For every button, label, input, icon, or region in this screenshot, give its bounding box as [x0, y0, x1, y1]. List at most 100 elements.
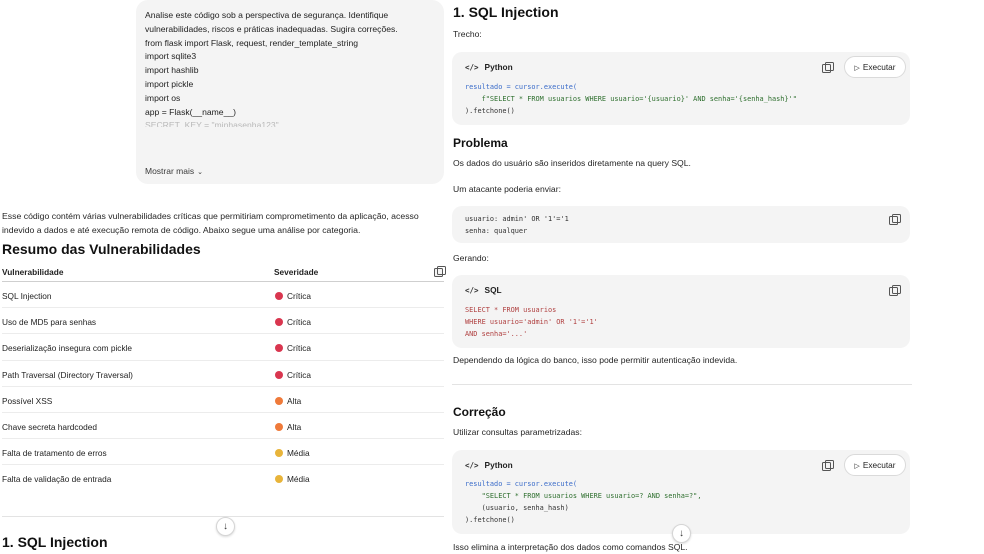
- arrow-down-icon: ↓: [223, 521, 228, 532]
- code-line: AND senha='...': [465, 330, 528, 338]
- code-line: resultado = cursor.execute(: [465, 83, 578, 91]
- execute-button[interactable]: ▷ Executar: [844, 56, 906, 78]
- severity-label: Crítica: [287, 291, 311, 301]
- response-intro: Esse código contém várias vulnerabilidad…: [2, 211, 419, 235]
- chat-right-column: 1. SQL Injection Trecho: </> Python ▷ Exec…: [452, 0, 912, 554]
- code-block-sql: </> SQL SELECT * FROM usuarios WHERE usuar…: [452, 275, 910, 348]
- code-content: resultado = cursor.execute( "SELECT * FR…: [465, 478, 701, 526]
- severity-cell: Crítica: [275, 343, 311, 353]
- code-icon: </>: [465, 286, 479, 295]
- code-language-label: Python: [484, 62, 513, 72]
- severity-cell: Crítica: [275, 291, 311, 301]
- user-message-line: import sqlite3: [145, 51, 197, 62]
- elimina-text: Isso elimina a interpretação dos dados c…: [453, 542, 688, 552]
- execute-label: Executar: [862, 460, 896, 470]
- column-header-vulnerability: Vulnerabilidade: [2, 267, 64, 277]
- copy-icon[interactable]: [889, 214, 901, 225]
- dependendo-text: Dependendo da lógica do banco, isso pode…: [453, 355, 738, 365]
- table-row: Falta de tratamento de erros Média: [2, 439, 444, 466]
- user-message-line: import pickle: [145, 78, 194, 89]
- user-message-line: app = Flask(__name__): [145, 106, 237, 117]
- code-line: SELECT * FROM usuarios: [465, 306, 557, 314]
- severity-cell: Média: [275, 474, 310, 484]
- table-row: Deserialização insegura com pickle Críti…: [2, 334, 444, 361]
- code-block-header: </> Python: [465, 460, 513, 470]
- execute-button[interactable]: ▷ Executar: [844, 454, 906, 476]
- chevron-down-icon: ⌄: [197, 169, 203, 176]
- copy-icon[interactable]: [822, 460, 834, 471]
- table-row: Uso de MD5 para senhas Crítica: [2, 308, 444, 335]
- severity-label: Média: [287, 448, 310, 459]
- copy-icon[interactable]: [434, 266, 446, 277]
- code-block-python: </> Python ▷ Executar resultado = cursor.e…: [452, 52, 910, 125]
- severity-dot: [275, 396, 283, 405]
- table-row: Falta de validação de entrada Média: [2, 465, 444, 491]
- code-content: SELECT * FROM usuarios WHERE usuario='adm…: [465, 304, 598, 340]
- severity-label: Crítica: [287, 369, 311, 380]
- table-row: Possível XSS Alta: [2, 387, 444, 413]
- code-line: f"SELECT * FROM usuarios WHERE usuario='…: [465, 95, 797, 103]
- problema-text: Os dados do usuário são inseridos direta…: [453, 158, 691, 168]
- summary-heading: Resumo das Vulnerabilidades: [2, 241, 201, 257]
- code-line: resultado = cursor.execute(: [465, 480, 578, 488]
- show-more-button[interactable]: Mostrar mais ⌄: [145, 165, 203, 180]
- code-language-label: SQL: [484, 285, 502, 295]
- user-message-line: import hashlib: [145, 65, 199, 76]
- code-line: senha: qualquer: [465, 227, 528, 235]
- code-line: "SELECT * FROM usuarios WHERE usuario=? …: [465, 492, 702, 500]
- user-message-faded-line: SECRET_KEY = "minhasenha123": [145, 120, 279, 128]
- severity-dot: [275, 449, 283, 458]
- severity-dot: [275, 318, 283, 327]
- code-block-plain: usuario: admin' OR '1'='1 senha: qualquer: [452, 206, 910, 243]
- vulnerability-table: Vulnerabilidade Severidade SQL Injection…: [2, 265, 446, 492]
- show-more-label: Mostrar mais: [145, 166, 195, 176]
- severity-dot: [275, 475, 283, 484]
- vulnerability-name: Possível XSS: [2, 395, 53, 406]
- section-heading-sql-injection: 1. SQL Injection: [453, 4, 559, 20]
- correcao-heading: Correção: [453, 405, 506, 419]
- atacante-text: Um atacante poderia enviar:: [453, 184, 561, 194]
- code-line: usuario: admin' OR '1'='1: [465, 215, 569, 223]
- severity-dot: [275, 370, 283, 379]
- severity-cell: Crítica: [275, 370, 311, 380]
- copy-icon[interactable]: [822, 62, 834, 73]
- trecho-label: Trecho:: [453, 29, 482, 39]
- vulnerability-name: Falta de tratamento de erros: [2, 448, 107, 459]
- scroll-down-button[interactable]: ↓: [216, 517, 235, 536]
- severity-cell: Alta: [275, 422, 301, 432]
- problema-heading: Problema: [453, 136, 508, 150]
- arrow-down-icon: ↓: [679, 528, 684, 539]
- code-content: resultado = cursor.execute( f"SELECT * F…: [465, 81, 797, 117]
- severity-label: Alta: [287, 421, 302, 432]
- code-block-header: </> Python: [465, 62, 513, 72]
- chat-left-column: Analise este código sob a perspectiva de…: [0, 0, 448, 554]
- execute-label: Executar: [862, 62, 896, 72]
- code-language-label: Python: [484, 460, 513, 470]
- table-row: SQL Injection Crítica: [2, 282, 444, 309]
- code-icon: </>: [465, 461, 479, 470]
- severity-label: Crítica: [287, 343, 311, 354]
- section-heading-sql-injection: 1. SQL Injection: [2, 534, 108, 550]
- vulnerability-name: Uso de MD5 para senhas: [2, 317, 97, 328]
- vulnerability-name: Path Traversal (Directory Traversal): [2, 369, 133, 380]
- severity-label: Crítica: [287, 317, 311, 328]
- section-divider: [452, 384, 912, 385]
- code-block-header: </> SQL: [465, 285, 502, 295]
- severity-cell: Crítica: [275, 317, 311, 327]
- scroll-down-button[interactable]: ↓: [672, 524, 691, 543]
- copy-icon[interactable]: [889, 285, 901, 296]
- vulnerability-name: Deserialização insegura com pickle: [2, 343, 133, 354]
- table-row: Chave secreta hardcoded Alta: [2, 413, 444, 440]
- code-icon: </>: [465, 63, 479, 72]
- vulnerability-name: SQL Injection: [2, 291, 52, 301]
- severity-dot: [275, 422, 283, 431]
- code-line: (usuario, senha_hash): [465, 504, 569, 512]
- severity-dot: [275, 344, 283, 353]
- vulnerability-name: Falta de validação de entrada: [2, 474, 112, 485]
- play-icon: ▷: [854, 65, 860, 72]
- severity-dot: [275, 292, 283, 300]
- user-message-line: import os: [145, 92, 181, 103]
- code-content: usuario: admin' OR '1'='1 senha: qualquer: [465, 213, 569, 237]
- severity-cell: Média: [275, 448, 310, 458]
- code-block-python: </> Python ▷ Executar resultado = cursor.e…: [452, 450, 910, 534]
